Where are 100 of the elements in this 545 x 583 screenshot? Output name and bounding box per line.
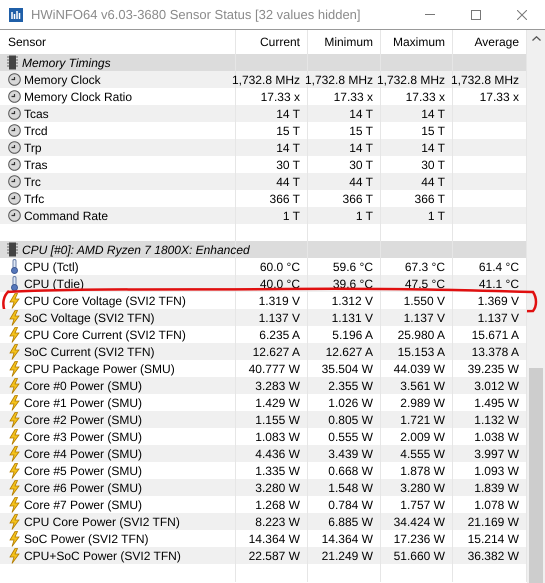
lightning-icon [9,462,20,478]
sensor-label: Memory Clock [24,72,101,88]
lightning-icon [9,530,20,546]
lightning-icon [9,480,20,496]
value-cell-text: 17.33 x [406,88,445,106]
value-cell-text: 366 T [414,190,445,208]
value-cell-text: 44.039 W [394,360,445,378]
lightning-icon [9,446,20,462]
value-cell-text: 1.369 V [478,292,519,310]
value-cell-text: 30 T [421,156,445,174]
value-cell-text: 36.382 W [468,548,519,564]
value-cell-text: 17.33 x [480,88,519,106]
value-cell-text: 30 T [349,156,373,174]
value-cell-text: 39.6 °C [332,276,373,292]
thermometer-icon [10,276,19,291]
value-cell-text: 2.009 W [400,428,445,446]
value-cell-text: 1.137 V [404,310,445,326]
value-cell-text: 366 T [270,190,300,208]
group-title: Memory Timings [22,54,111,72]
window-title: HWiNFO64 v6.03-3680 Sensor Status [32 values hidden] [31,6,362,24]
value-cell-text: 6.235 A [259,326,300,344]
value-cell-text: 1,732.8 MHz [232,72,300,88]
close-icon [517,10,527,20]
value-cell-text: 14 T [421,106,445,122]
sensor-label: CPU (Tdie) [24,276,84,292]
value-cell-text: 21.169 W [468,514,519,530]
lightning-icon [9,514,20,530]
sensor-label: CPU Core Current (SVI2 TFN) [24,326,186,344]
sensor-label: Core #1 Power (SMU) [24,394,142,412]
value-cell-text: 3.012 W [474,378,519,394]
value-cell-text: 44 T [421,174,445,190]
value-cell-text: 1.312 V [332,292,373,310]
value-cell-text: 2.355 W [328,378,373,394]
clock-icon [8,209,21,222]
value-cell-text: 15.214 W [468,530,519,548]
value-cell-text: 1,732.8 MHz [450,72,519,88]
value-cell-text: 15 T [349,122,373,140]
value-cell-text: 15 T [421,122,445,140]
value-cell-text: 1.083 W [255,428,300,446]
sensor-label: CPU Core Voltage (SVI2 TFN) [24,292,186,310]
sensor-label: Tras [24,156,48,174]
value-cell-text: 14 T [276,140,300,156]
value-cell-text: 5.196 A [332,326,373,344]
lightning-icon [9,496,20,512]
value-cell-text: 1,732.8 MHz [376,72,445,88]
value-cell-text: 3.280 W [400,480,445,496]
value-cell-text: 1.155 W [255,412,300,428]
clock-icon [8,141,21,154]
lightning-icon [9,344,20,360]
chip-icon [7,55,18,70]
value-cell-text: 44 T [276,174,300,190]
value-cell-text: 14.364 W [322,530,373,548]
sensor-label: SoC Current (SVI2 TFN) [24,344,154,360]
value-cell-text: 13.378 A [472,344,519,360]
value-cell-text: 34.424 W [394,514,445,530]
value-cell-text: 15 T [276,122,300,140]
value-cell-text: 30 T [276,156,300,174]
sensor-label: Memory Clock Ratio [24,88,132,106]
value-cell-text: 25.980 A [398,326,445,344]
sensor-label: CPU Package Power (SMU) [24,360,175,378]
value-cell-text: 12.627 A [326,344,373,360]
sensor-label: Tcas [24,106,49,122]
value-cell-text: 39.235 W [468,360,519,378]
scrollbar-thumb[interactable] [529,368,543,583]
value-cell-text: 21.249 W [322,548,373,564]
scrollbar[interactable] [527,30,545,583]
clock-icon [8,124,21,137]
value-cell-text: 14 T [421,140,445,156]
value-cell-text: 59.6 °C [332,258,373,276]
value-cell-text: 1.839 W [474,480,519,496]
value-cell-text: 1.268 W [255,496,300,514]
value-cell-text: 15.153 A [398,344,445,360]
sensor-label: Trp [24,140,42,156]
value-cell-text: 1.137 V [478,310,519,326]
value-cell-text: 51.660 W [394,548,445,564]
value-cell-text: 3.997 W [474,446,519,462]
value-cell-text: 366 T [342,190,373,208]
sensor-label: CPU+SoC Power (SVI2 TFN) [24,548,181,564]
thermometer-icon [10,259,19,274]
value-cell-text: 14 T [349,140,373,156]
value-cell-text: 0.784 W [328,496,373,514]
sensor-label: SoC Power (SVI2 TFN) [24,530,148,548]
lightning-icon [9,378,20,394]
sensor-label: Core #5 Power (SMU) [24,462,142,480]
value-cell-text: 41.1 °C [478,276,519,292]
value-cell-text: 2.989 W [400,394,445,412]
minimize-icon [425,14,435,15]
value-cell-text: 1 T [356,208,373,224]
value-cell-text: 47.5 °C [404,276,445,292]
value-cell-text: 14.364 W [248,530,300,548]
value-cell-text: 1.078 W [474,496,519,514]
value-cell-text: 1.093 W [474,462,519,480]
value-cell-text: 44 T [349,174,373,190]
group-title: CPU [#0]: AMD Ryzen 7 1800X: Enhanced [22,242,250,258]
value-cell-text: 3.561 W [400,378,445,394]
sensor-label: Trfc [24,190,44,208]
value-cell-text: 40.0 °C [260,276,300,292]
clock-icon [8,107,21,120]
value-cell-text: 4.555 W [400,446,445,462]
value-cell-text: 1.319 V [258,292,300,310]
